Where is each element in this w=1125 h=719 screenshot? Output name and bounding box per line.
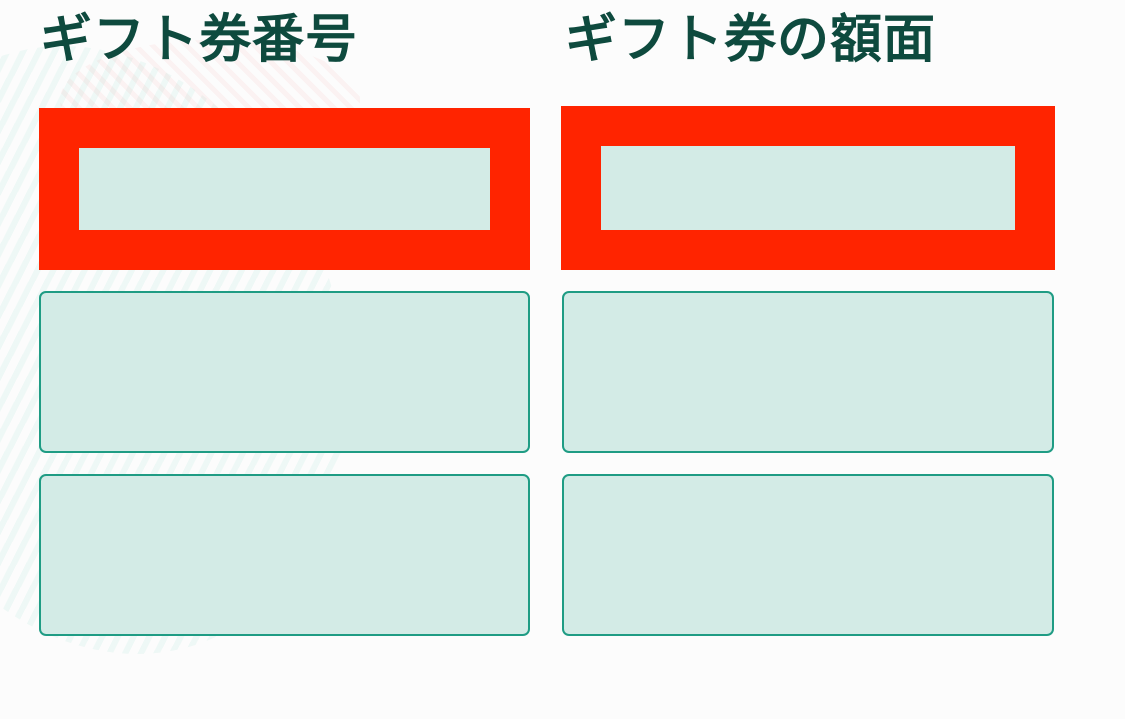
gift-card-number-field-2[interactable] — [39, 291, 530, 453]
gift-card-amount-heading: ギフト券の額面 — [565, 10, 937, 70]
highlight-frame-left — [39, 108, 530, 270]
gift-card-number-heading: ギフト券番号 — [40, 10, 359, 70]
gift-card-amount-field-3[interactable] — [562, 474, 1054, 636]
highlight-frame-right — [561, 106, 1055, 270]
gift-card-number-field-3[interactable] — [39, 474, 530, 636]
gift-card-number-field-1[interactable] — [79, 148, 490, 230]
gift-card-amount-field-2[interactable] — [562, 291, 1054, 453]
gift-card-amount-field-1[interactable] — [601, 146, 1015, 230]
